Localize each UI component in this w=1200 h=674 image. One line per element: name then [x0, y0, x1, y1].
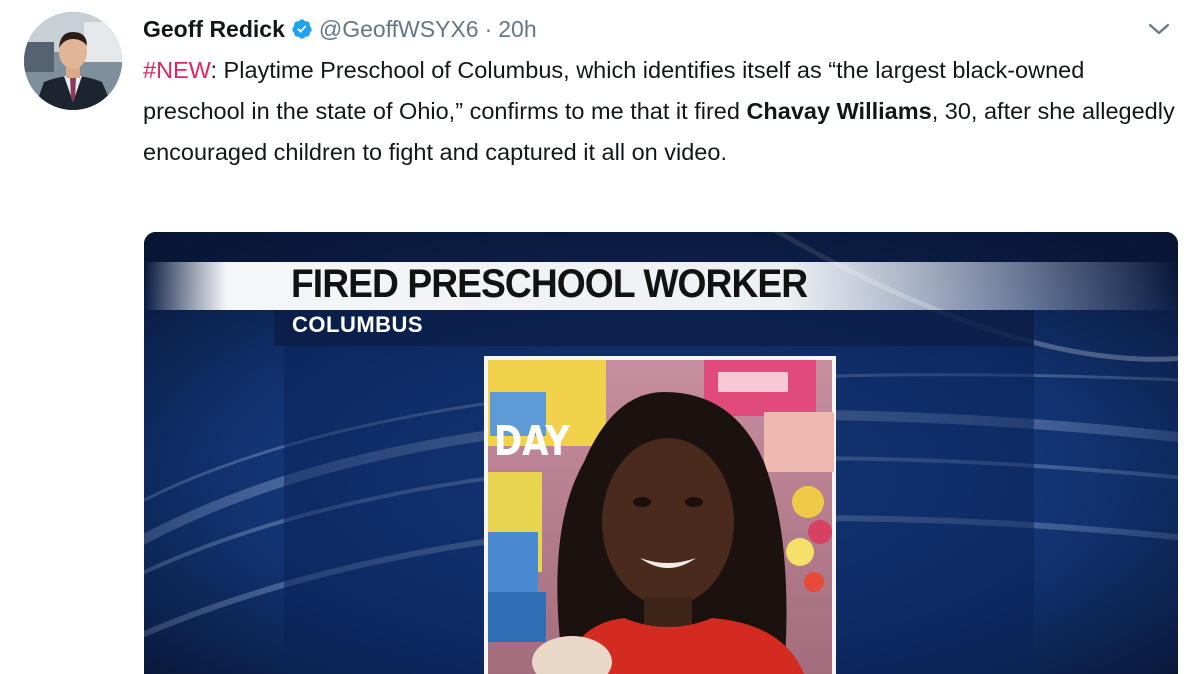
- avatar[interactable]: [24, 12, 122, 110]
- author-name[interactable]: Geoff Redick: [143, 16, 285, 43]
- verified-badge-icon: [291, 18, 313, 40]
- broadcast-headline: FIRED PRESCHOOL WORKER: [291, 262, 808, 306]
- tweet-text-bold-name: Chavay Williams: [746, 98, 932, 124]
- chevron-down-icon[interactable]: [1146, 18, 1172, 40]
- tweet-media-image[interactable]: DAY FIRED PRESCHOOL WORKER COLUMBUS: [144, 232, 1178, 674]
- broadcast-location: COLUMBUS: [292, 312, 424, 337]
- author-handle[interactable]: @GeoffWSYX6: [319, 16, 479, 43]
- hashtag-link[interactable]: #NEW: [143, 57, 210, 83]
- avatar-photo: [24, 12, 122, 110]
- tweet-text: #NEW: Playtime Preschool of Columbus, wh…: [143, 50, 1183, 173]
- worker-photo: DAY: [484, 356, 836, 674]
- separator-dot: ·: [484, 15, 493, 42]
- tweet-card: Geoff Redick @GeoffWSYX6 · 20h #NEW: Pla…: [0, 0, 1200, 674]
- timestamp[interactable]: 20h: [498, 16, 536, 43]
- tweet-header: Geoff Redick @GeoffWSYX6 · 20h: [143, 14, 537, 44]
- photo-sign-day-top: DAY: [494, 417, 571, 465]
